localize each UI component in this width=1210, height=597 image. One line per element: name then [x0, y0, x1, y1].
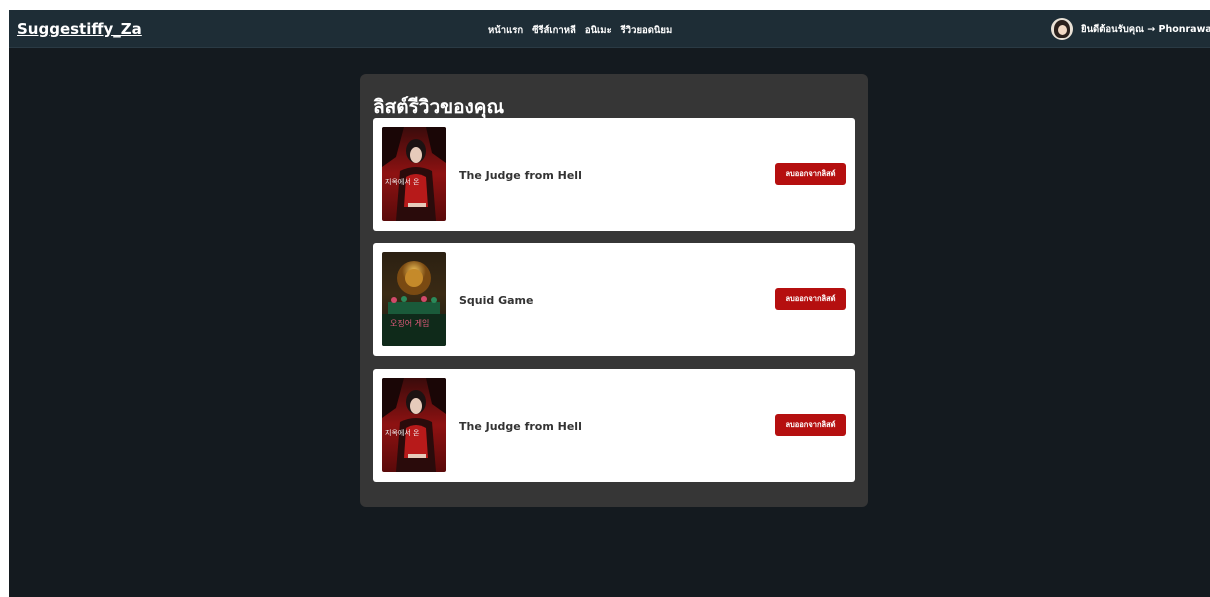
remove-from-list-button[interactable]: ลบออกจากลิสต์	[775, 414, 846, 436]
poster-text: 지옥에서 온	[385, 428, 420, 437]
nav-link-korean-series[interactable]: ซีรีส์เกาหลี	[532, 23, 576, 38]
item-title[interactable]: Squid Game	[459, 294, 533, 307]
user-menu[interactable]: ยินดีต้อนรับคุณ → Phonrawat	[1051, 18, 1210, 40]
item-title[interactable]: The Judge from Hell	[459, 420, 582, 433]
nav-link-anime[interactable]: อนิเมะ	[585, 23, 612, 38]
list-item: 오징어 게임 Squid Game ลบออกจากลิสต์	[373, 243, 855, 356]
poster-text: 지옥에서 온	[385, 177, 420, 186]
poster-image: 오징어 게임	[382, 252, 446, 346]
remove-from-list-button[interactable]: ลบออกจากลิสต์	[775, 163, 846, 185]
remove-from-list-button[interactable]: ลบออกจากลิสต์	[775, 288, 846, 310]
list-item: 지옥에서 온 The Judge from Hell ลบออกจากลิสต์	[373, 369, 855, 482]
poster-image: 지옥에서 온	[382, 127, 446, 221]
item-title[interactable]: The Judge from Hell	[459, 169, 582, 182]
avatar[interactable]	[1051, 18, 1073, 40]
review-list-panel: ลิสต์รีวิวของคุณ 지옥에서 온 The Judge from H…	[360, 74, 868, 507]
brand-logo-link[interactable]: Suggestiffy_Za	[17, 20, 142, 38]
poster-text: 오징어 게임	[390, 318, 429, 328]
poster-image: 지옥에서 온	[382, 378, 446, 472]
welcome-text: ยินดีต้อนรับคุณ → Phonrawat	[1081, 23, 1210, 35]
list-item: 지옥에서 온 The Judge from Hell ลบออกจากลิสต์	[373, 118, 855, 231]
nav-links: หน้าแรก ซีรีส์เกาหลี อนิเมะ รีวิวยอดนิยม	[488, 23, 672, 38]
nav-link-popular-reviews[interactable]: รีวิวยอดนิยม	[621, 23, 673, 38]
nav-link-home[interactable]: หน้าแรก	[488, 23, 523, 38]
app-window: Suggestiffy_Za หน้าแรก ซีรีส์เกาหลี อนิเ…	[9, 10, 1210, 597]
top-navbar: Suggestiffy_Za หน้าแรก ซีรีส์เกาหลี อนิเ…	[9, 10, 1210, 48]
